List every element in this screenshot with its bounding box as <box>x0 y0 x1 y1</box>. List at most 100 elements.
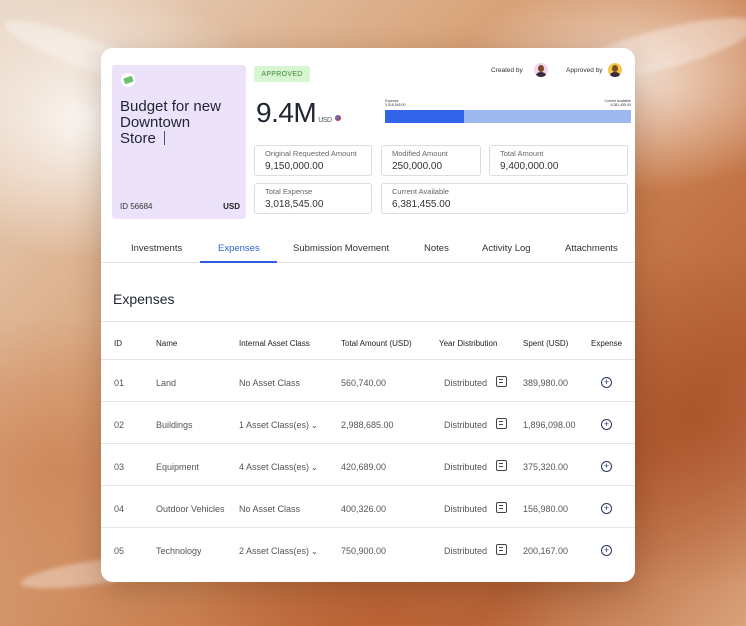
header-expense[interactable]: Expense <box>591 339 622 348</box>
budget-summary-box: Budget for new Downtown Store ID 56684 U… <box>112 65 246 219</box>
available-value: 6,381,455.00 <box>610 103 631 107</box>
cell-total: 400,326.00 <box>341 504 387 514</box>
budget-card: Budget for new Downtown Store ID 56684 U… <box>101 48 635 582</box>
field-label: Total Amount <box>500 149 544 158</box>
header-spent[interactable]: Spent (USD) <box>523 339 568 348</box>
cell-total: 750,900.00 <box>341 546 387 556</box>
expense-value: 3,018,545.00 <box>385 103 406 107</box>
document-icon[interactable] <box>496 544 507 555</box>
expenses-table: ID Name Internal Asset Class Total Amoun… <box>101 321 635 570</box>
tab-activity-log[interactable]: Activity Log <box>482 243 531 254</box>
field-value: 250,000.00 <box>392 161 443 172</box>
header-year-distribution[interactable]: Year Distribution <box>439 339 497 348</box>
document-icon[interactable] <box>496 376 507 387</box>
document-icon[interactable] <box>496 418 507 429</box>
cell-name: Outdoor Vehicles <box>156 504 225 514</box>
field-label: Original Requested Amount <box>265 149 357 158</box>
table-row[interactable]: 03 Equipment 4 Asset Class(es) ⌄ 420,689.… <box>101 444 635 486</box>
cell-name: Technology <box>156 546 202 556</box>
original-requested-amount-field: Original Requested Amount 9,150,000.00 <box>254 145 372 176</box>
tab-bar: Investments Expenses Submission Movement… <box>101 231 635 263</box>
cell-distribution: Distributed <box>444 378 488 388</box>
cell-name: Buildings <box>156 420 193 430</box>
asset-class-dropdown[interactable]: 2 Asset Class(es) ⌄ <box>239 546 318 556</box>
plus-circle-icon[interactable]: + <box>601 377 612 388</box>
header-name[interactable]: Name <box>156 339 177 348</box>
approved-by-label: Approved by <box>566 67 603 74</box>
cell-total: 2,988,685.00 <box>341 420 394 430</box>
cell-id: 03 <box>114 462 125 472</box>
cell-spent: 200,167.00 <box>523 546 569 556</box>
us-flag-icon <box>334 115 341 121</box>
table-row[interactable]: 02 Buildings 1 Asset Class(es) ⌄ 2,988,68… <box>101 402 635 444</box>
tab-attachments[interactable]: Attachments <box>565 243 618 254</box>
total-amount-field: Total Amount 9,400,000.00 <box>489 145 628 176</box>
budget-id: ID 56684 <box>120 202 153 211</box>
tab-investments[interactable]: Investments <box>131 243 182 254</box>
chevron-down-icon: ⌄ <box>311 421 318 430</box>
plus-circle-icon[interactable]: + <box>601 419 612 430</box>
cell-asset-class: No Asset Class <box>239 378 301 388</box>
chevron-down-icon: ⌄ <box>311 463 318 472</box>
field-label: Modified Amount <box>392 149 448 158</box>
field-value: 6,381,455.00 <box>392 199 451 210</box>
field-value: 9,150,000.00 <box>265 161 324 172</box>
cell-spent: 389,980.00 <box>523 378 569 388</box>
header-total-amount[interactable]: Total Amount (USD) <box>341 339 412 348</box>
total-expense-field: Total Expense 3,018,545.00 <box>254 183 372 214</box>
cell-distribution: Distributed <box>444 546 488 556</box>
field-label: Total Expense <box>265 187 313 196</box>
cell-name: Equipment <box>156 462 200 472</box>
plus-circle-icon[interactable]: + <box>601 503 612 514</box>
amount-unit: USD <box>318 117 332 124</box>
budget-title: Budget for new Downtown Store <box>120 98 221 147</box>
amount-value: 9.4M <box>256 97 317 128</box>
cell-spent: 156,980.00 <box>523 504 569 514</box>
table-row[interactable]: 05 Technology 2 Asset Class(es) ⌄ 750,900… <box>101 528 635 570</box>
approver-avatar[interactable] <box>608 63 622 77</box>
cell-distribution: Distributed <box>444 420 488 430</box>
plus-circle-icon[interactable]: + <box>601 545 612 556</box>
creator-avatar[interactable] <box>534 63 548 77</box>
chevron-down-icon: ⌄ <box>311 547 318 556</box>
cell-id: 04 <box>114 504 125 514</box>
created-by-label: Created by <box>491 67 523 74</box>
section-title: Expenses <box>113 291 175 307</box>
cell-name: Land <box>156 378 177 388</box>
header-asset-class[interactable]: Internal Asset Class <box>239 339 310 348</box>
asset-class-dropdown[interactable]: 1 Asset Class(es) ⌄ <box>239 420 318 430</box>
expense-progress-fill <box>385 110 464 123</box>
table-row[interactable]: 01 Land No Asset Class 560,740.00 Distri… <box>101 360 635 402</box>
active-tab-indicator <box>200 261 277 263</box>
cell-distribution: Distributed <box>444 462 488 472</box>
expense-progress-bar <box>385 110 631 123</box>
document-icon[interactable] <box>496 460 507 471</box>
tab-submission-movement[interactable]: Submission Movement <box>293 243 389 254</box>
money-icon <box>121 73 135 87</box>
tab-expenses[interactable]: Expenses <box>218 243 260 254</box>
budget-currency: USD <box>223 202 240 211</box>
header-id[interactable]: ID <box>114 339 122 348</box>
cell-spent: 375,320.00 <box>523 462 569 472</box>
cell-spent: 1,896,098.00 <box>523 420 576 430</box>
cell-id: 02 <box>114 420 125 430</box>
field-label: Current Available <box>392 187 449 196</box>
cell-asset-class: 1 Asset Class(es) <box>239 420 310 430</box>
plus-circle-icon[interactable]: + <box>601 461 612 472</box>
total-amount-display: 9.4M USD <box>256 97 341 129</box>
cell-asset-class: 4 Asset Class(es) <box>239 462 310 472</box>
table-row[interactable]: 04 Outdoor Vehicles No Asset Class 400,3… <box>101 486 635 528</box>
cell-asset-class: No Asset Class <box>239 504 301 514</box>
cell-asset-class: 2 Asset Class(es) <box>239 546 310 556</box>
tab-notes[interactable]: Notes <box>424 243 449 254</box>
field-value: 9,400,000.00 <box>500 161 559 172</box>
asset-class-dropdown[interactable]: 4 Asset Class(es) ⌄ <box>239 462 318 472</box>
cell-total: 420,689.00 <box>341 462 387 472</box>
document-icon[interactable] <box>496 502 507 513</box>
modified-amount-field: Modified Amount 250,000.00 <box>381 145 481 176</box>
current-available-field: Current Available 6,381,455.00 <box>381 183 628 214</box>
field-value: 3,018,545.00 <box>265 199 324 210</box>
cell-id: 05 <box>114 546 125 556</box>
table-header: ID Name Internal Asset Class Total Amoun… <box>101 321 635 360</box>
cell-id: 01 <box>114 378 125 388</box>
